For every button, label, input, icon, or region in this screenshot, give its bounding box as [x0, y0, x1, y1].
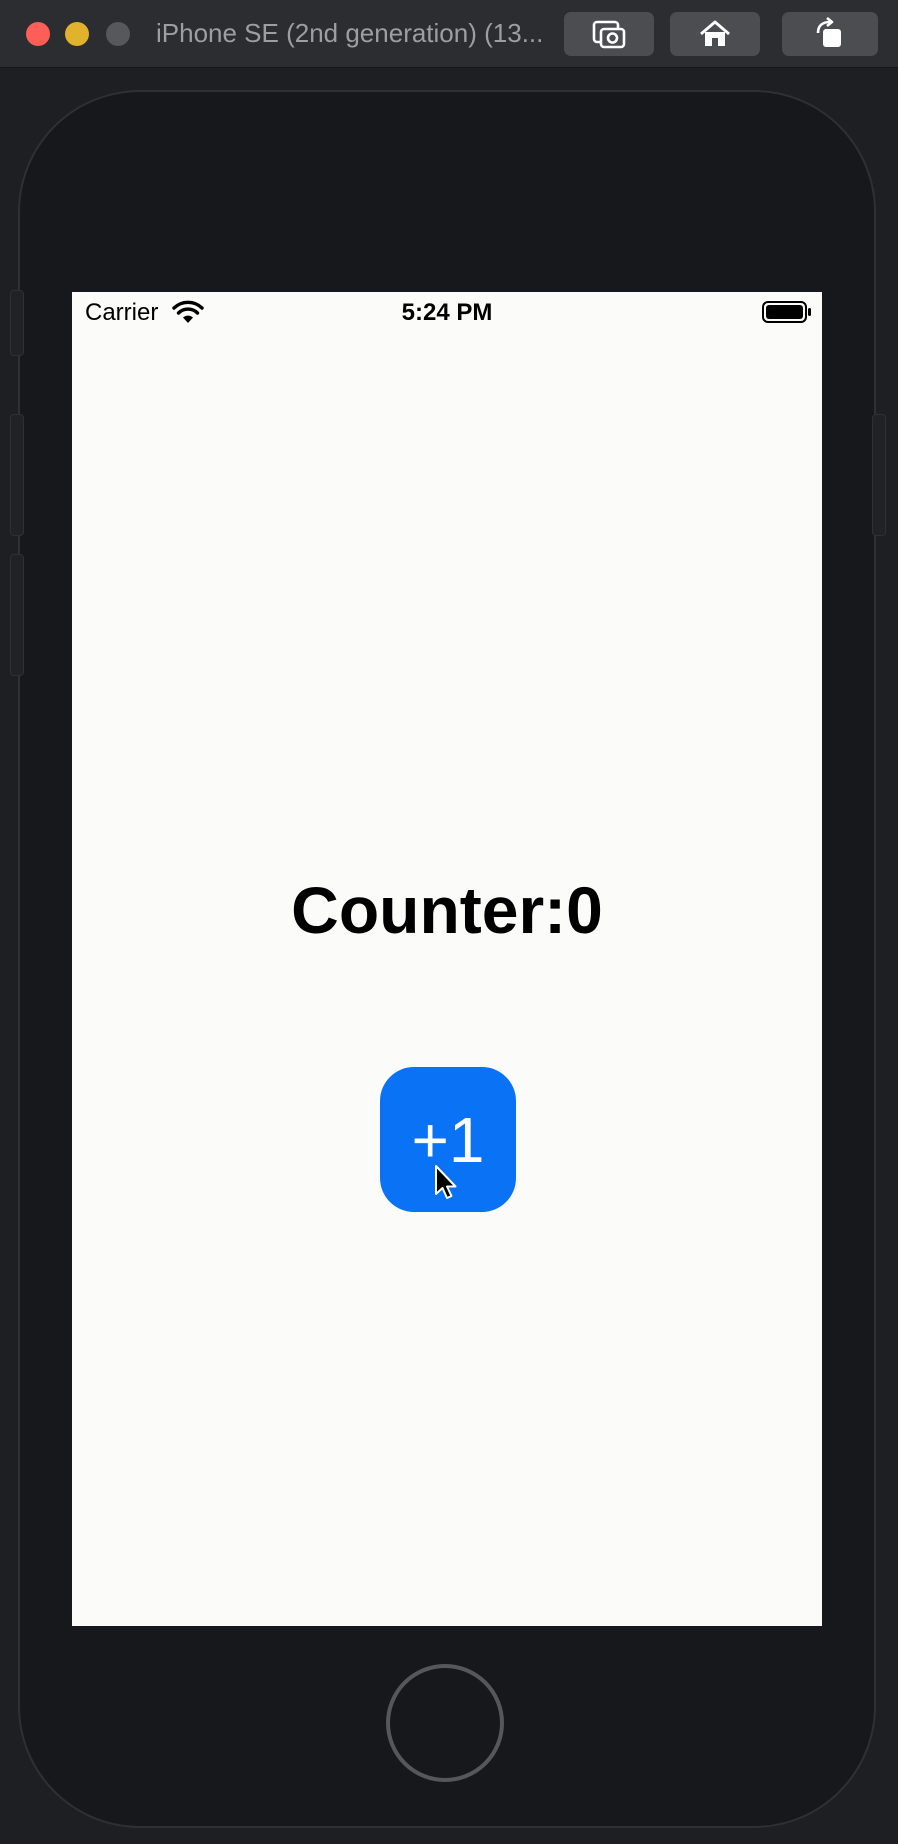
screenshot-button[interactable] [564, 12, 654, 56]
title-bar: iPhone SE (2nd generation) (13... [0, 0, 898, 68]
minimize-button[interactable] [65, 22, 89, 46]
device-screen: Carrier 5:24 PM Counter:0 +1 [72, 292, 822, 1626]
mute-switch [10, 290, 24, 356]
rotate-button[interactable] [782, 12, 878, 56]
counter-label: Counter:0 [291, 873, 603, 947]
volume-down-button [10, 554, 24, 676]
device-home-button[interactable] [386, 1664, 504, 1782]
status-bar: Carrier 5:24 PM [72, 292, 822, 332]
maximize-button[interactable] [106, 22, 130, 46]
home-toolbar-button[interactable] [670, 12, 760, 56]
home-icon [700, 20, 730, 46]
window-title: iPhone SE (2nd generation) (13... [156, 18, 544, 48]
battery-icon [762, 301, 811, 323]
mouse-pointer-icon [435, 1165, 457, 1199]
rotate-icon [816, 17, 841, 47]
status-time: 5:24 PM [401, 299, 493, 326]
volume-up-button [10, 414, 24, 536]
simulator-window: iPhone SE (2nd generation) (13... Carrie… [0, 0, 898, 1844]
camera-icon [592, 20, 626, 49]
power-button [872, 414, 886, 536]
close-button[interactable] [26, 22, 50, 46]
